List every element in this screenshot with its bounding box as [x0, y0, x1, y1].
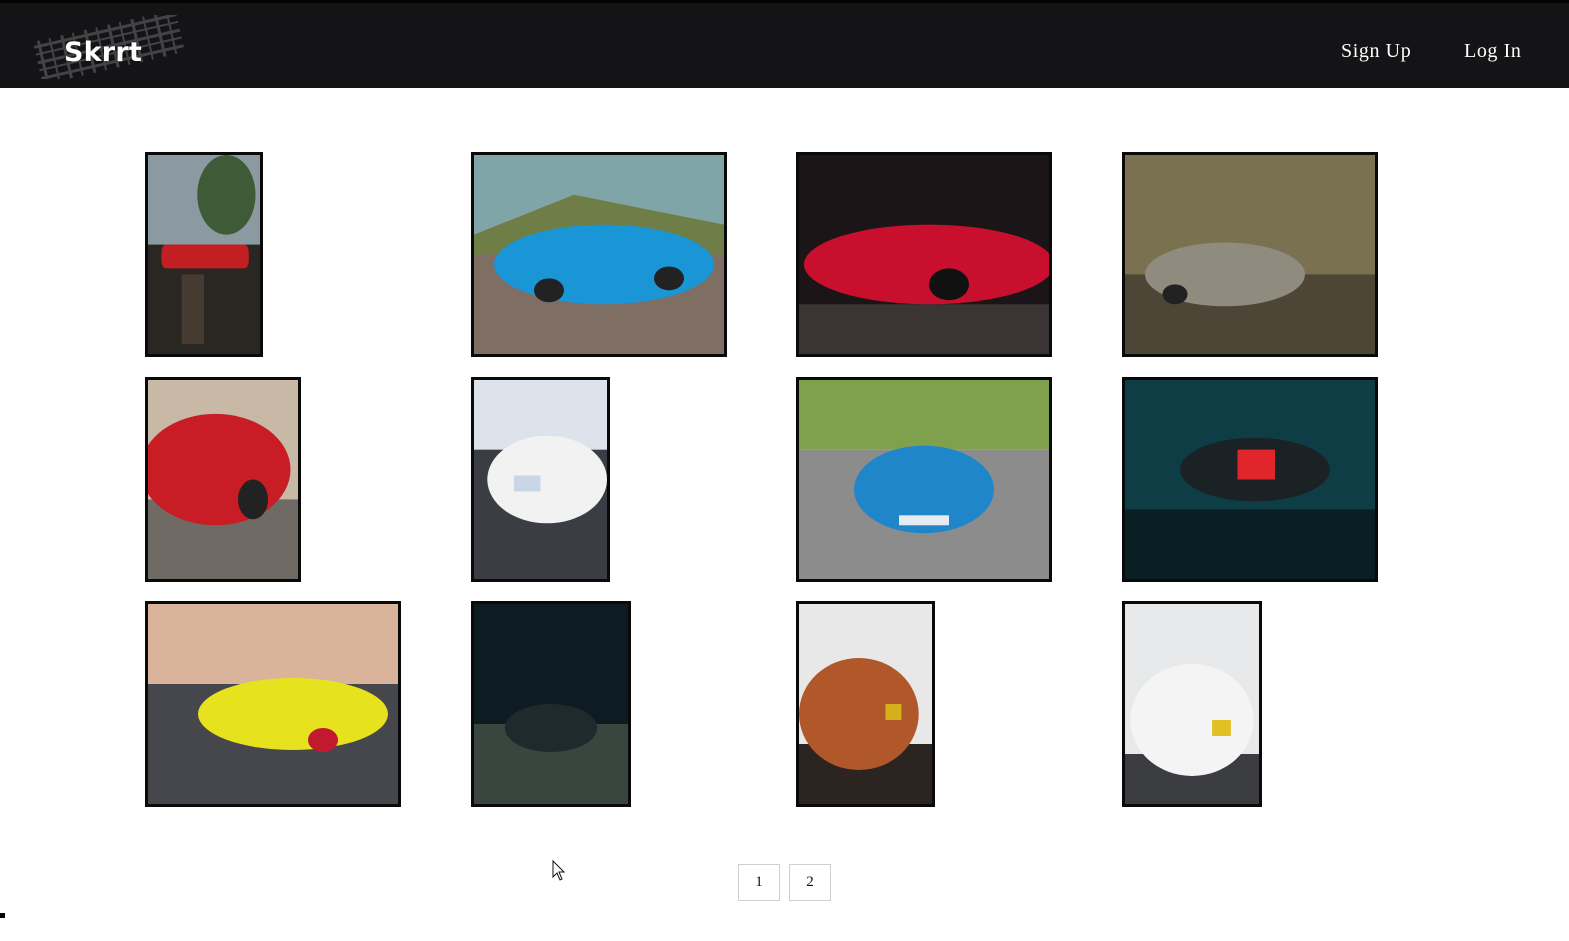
- car-photo[interactable]: [145, 377, 301, 582]
- car-photo-gallery: [0, 0, 1569, 941]
- car-photo[interactable]: [1122, 377, 1378, 582]
- mouse-pointer-icon: [552, 860, 566, 881]
- car-photo[interactable]: [796, 601, 935, 807]
- car-photo[interactable]: [796, 152, 1052, 357]
- car-photo[interactable]: [796, 377, 1052, 582]
- page-2-button[interactable]: 2: [789, 864, 831, 901]
- car-photo[interactable]: [471, 377, 610, 582]
- car-photo[interactable]: [1122, 601, 1262, 807]
- car-photo[interactable]: [145, 152, 263, 357]
- car-photo[interactable]: [1122, 152, 1378, 357]
- car-photo[interactable]: [471, 152, 727, 357]
- car-photo[interactable]: [145, 601, 401, 807]
- car-photo[interactable]: [471, 601, 631, 807]
- corner-mark: [0, 913, 5, 918]
- page-1-button[interactable]: 1: [738, 864, 780, 901]
